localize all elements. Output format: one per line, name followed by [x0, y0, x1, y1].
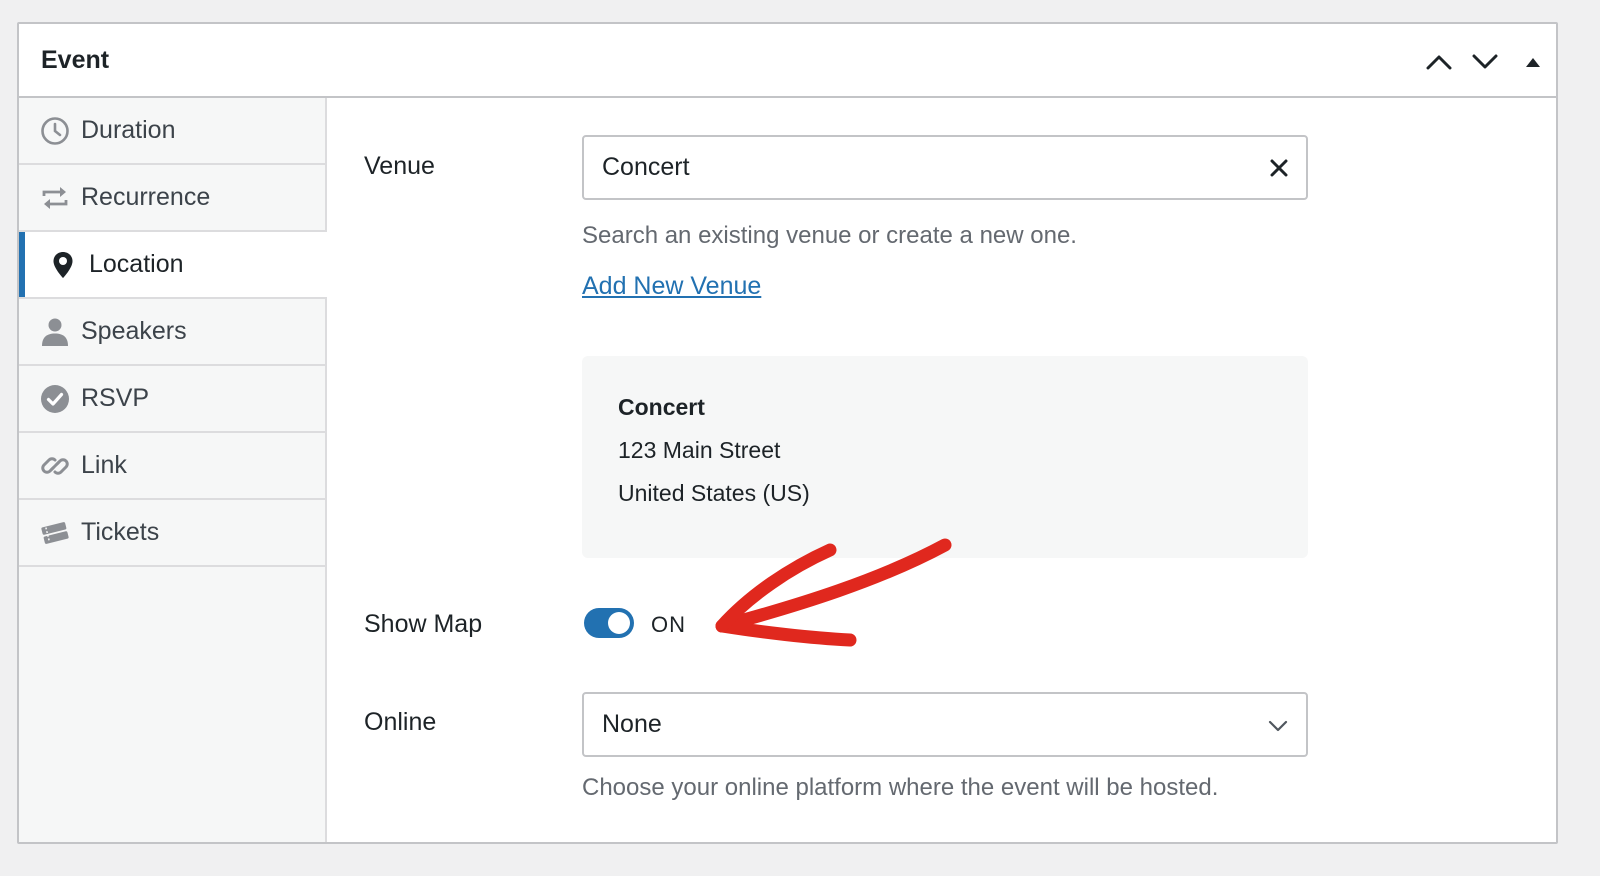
event-panel: Event Duration Recurrence Location Speak… [17, 22, 1558, 844]
add-new-venue-link[interactable]: Add New Venue [582, 272, 761, 301]
tab-rsvp[interactable]: RSVP [19, 366, 325, 433]
online-label: Online [364, 708, 437, 736]
online-help-text: Choose your online platform where the ev… [582, 774, 1219, 801]
tab-duration[interactable]: Duration [19, 98, 325, 165]
tab-label: RSVP [81, 384, 150, 412]
venue-card-name: Concert [618, 394, 705, 420]
tab-speakers[interactable]: Speakers [19, 299, 325, 366]
triangle-up-icon [1526, 58, 1540, 67]
close-icon [1270, 159, 1288, 177]
venue-card-street: 123 Main Street [618, 437, 781, 463]
tab-link[interactable]: Link [19, 433, 325, 500]
venue-input-value: Concert [602, 153, 690, 181]
panel-header: Event [19, 24, 1556, 98]
tab-label: Tickets [81, 518, 160, 546]
venue-search-input[interactable]: Concert [582, 135, 1308, 200]
online-platform-select[interactable]: None [582, 692, 1308, 757]
chevron-down-icon [1268, 720, 1288, 732]
venue-card-country: United States (US) [618, 480, 810, 506]
collapse-panel-button[interactable] [1515, 44, 1551, 80]
chevron-down-icon [1472, 54, 1498, 69]
clock-icon [39, 115, 71, 147]
event-tabs-sidebar: Duration Recurrence Location Speakers RS… [19, 98, 327, 842]
selected-venue-card: Concert 123 Main Street United States (U… [582, 356, 1308, 558]
chevron-up-icon [1426, 55, 1452, 70]
location-tab-content: Venue Concert Search an existing venue o… [329, 98, 1556, 842]
tab-tickets[interactable]: Tickets [19, 500, 325, 567]
tab-recurrence[interactable]: Recurrence [19, 165, 325, 232]
link-icon [39, 450, 71, 482]
clear-venue-button[interactable] [1266, 155, 1292, 181]
person-icon [39, 316, 71, 348]
tab-label: Location [89, 250, 184, 278]
tab-label: Speakers [81, 317, 187, 345]
location-pin-icon [47, 249, 79, 281]
tickets-icon [39, 517, 71, 549]
toggle-knob [608, 612, 630, 634]
move-up-button[interactable] [1421, 44, 1457, 80]
move-down-button[interactable] [1467, 44, 1503, 80]
tab-label: Link [81, 451, 127, 479]
show-map-state: ON [651, 612, 686, 637]
venue-help-text: Search an existing venue or create a new… [582, 222, 1077, 249]
check-circle-icon [39, 383, 71, 415]
show-map-label: Show Map [364, 610, 483, 638]
venue-label: Venue [364, 152, 435, 180]
repeat-icon [39, 182, 71, 214]
tab-label: Recurrence [81, 183, 211, 211]
tab-label: Duration [81, 116, 176, 144]
show-map-toggle[interactable] [584, 608, 634, 638]
panel-title: Event [41, 46, 110, 74]
tab-location[interactable]: Location [19, 232, 327, 299]
online-select-value: None [602, 710, 662, 738]
